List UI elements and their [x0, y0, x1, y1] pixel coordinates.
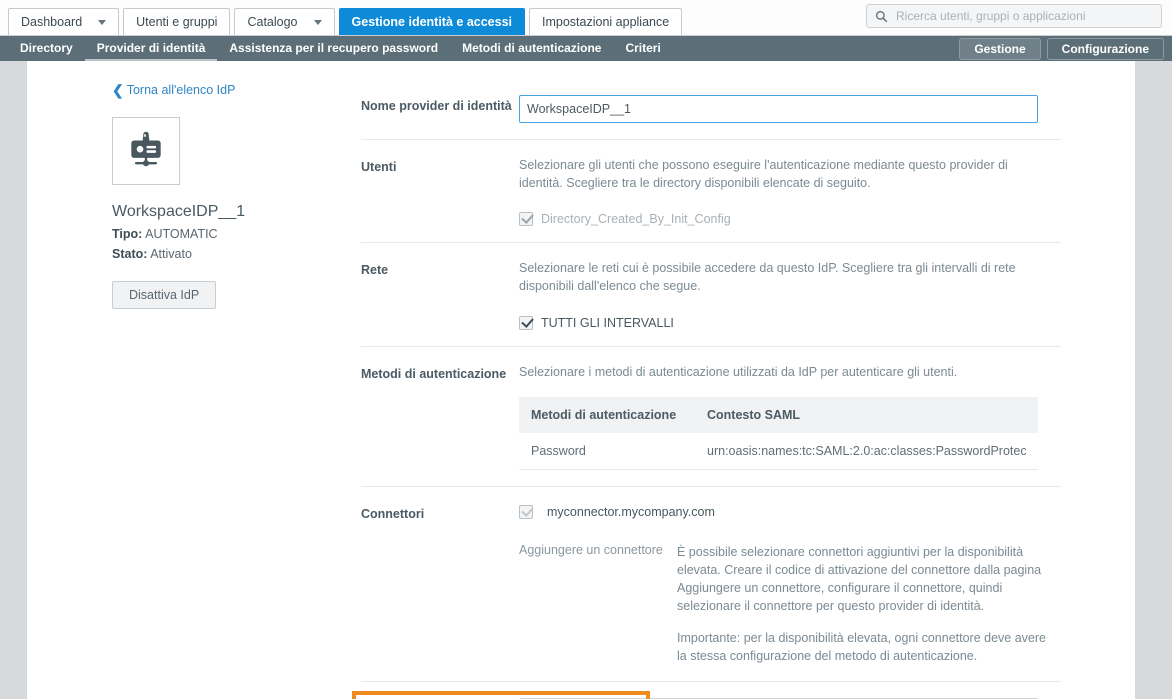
tab-catalogo-label: Catalogo: [247, 15, 298, 29]
table-header-method: Metodi di autenticazione: [531, 407, 677, 422]
disable-idp-button[interactable]: Disattiva IdP: [112, 281, 217, 309]
table-header-row: Metodi di autenticazione Contesto SAML: [519, 396, 1038, 433]
page-body: ❮ Torna all'elenco IdP WorkspaceIDP__1 T…: [0, 61, 1172, 699]
idp-state: Stato: Attivato: [112, 247, 357, 261]
idp-type-value: AUTOMATIC: [145, 227, 218, 241]
idp-state-value: Attivato: [150, 247, 192, 261]
connector-checkbox-label: myconnector.mycompany.com: [547, 504, 715, 519]
table-header-saml-context: Contesto SAML: [707, 407, 801, 422]
users-label: Utenti: [361, 160, 397, 174]
search-input[interactable]: [894, 8, 1153, 24]
tab-utenti-e-gruppi[interactable]: Utenti e gruppi: [123, 8, 231, 35]
subnav-item-criteri[interactable]: Criteri: [613, 36, 672, 61]
chevron-down-icon: [313, 19, 322, 25]
table-cell-method: Password: [531, 443, 586, 458]
form-row-idp-hostname: Nome host IdP Si tratta del nome host cu…: [361, 682, 1061, 699]
connectors-label: Connettori: [361, 506, 425, 521]
auth-methods-label: Metodi di autenticazione: [361, 366, 507, 381]
add-connector-block: Aggiungere un connettore È possibile sel…: [519, 543, 1061, 666]
gestione-button[interactable]: Gestione: [959, 38, 1041, 60]
idp-state-label: Stato:: [112, 247, 148, 261]
content-sheet: ❮ Torna all'elenco IdP WorkspaceIDP__1 T…: [27, 61, 1135, 699]
auth-methods-description: Selezionare i metodi di autenticazione u…: [519, 364, 958, 379]
idp-name-heading: WorkspaceIDP__1: [112, 203, 246, 220]
all-ranges-checkbox[interactable]: [519, 315, 533, 330]
form-row-auth-methods: Metodi di autenticazione Selezionare i m…: [361, 347, 1061, 487]
table-row[interactable]: Password urn:oasis:names:tc:SAML:2.0:ac:…: [519, 432, 1038, 470]
idp-name-field-label: Nome provider di identità: [361, 99, 512, 113]
tab-gestione-identita-e-accessi-label: Gestione identità e accessi: [351, 15, 513, 29]
table-cell-saml-context: urn:oasis:names:tc:SAML:2.0:ac:classes:P…: [707, 443, 1026, 458]
network-description: Selezionare le reti cui è possibile acce…: [519, 261, 1016, 294]
form-row-users: Utenti Selezionare gli utenti che posson…: [361, 140, 1061, 244]
add-connector-description: È possibile selezionare connettori aggiu…: [677, 544, 1042, 613]
top-tab-bar: Dashboard Utenti e gruppi Catalogo Gesti…: [0, 0, 1172, 36]
idp-icon-container: [112, 117, 180, 185]
search-icon: [875, 10, 888, 22]
tab-catalogo[interactable]: Catalogo: [234, 8, 335, 35]
chevron-left-icon: ❮: [112, 82, 124, 98]
back-to-idp-list-label: Torna all'elenco IdP: [126, 83, 236, 97]
directory-checkbox[interactable]: [519, 212, 533, 227]
subnav-item-directory[interactable]: Directory: [8, 36, 85, 61]
subnav-item-provider-di-identita[interactable]: Provider di identità: [85, 36, 218, 61]
idp-type: Tipo: AUTOMATIC: [112, 227, 357, 241]
back-to-idp-list-link[interactable]: ❮ Torna all'elenco IdP: [112, 83, 357, 97]
all-ranges-checkbox-label: TUTTI GLI INTERVALLI: [541, 315, 674, 330]
add-connector-label: Aggiungere un connettore: [519, 542, 663, 557]
tab-impostazioni-appliance-label: Impostazioni appliance: [542, 15, 670, 29]
idp-type-label: Tipo:: [112, 227, 143, 241]
idp-name-input[interactable]: [519, 95, 1038, 123]
directory-checkbox-row[interactable]: Directory_Created_By_Init_Config: [519, 212, 1061, 227]
tab-dashboard-label: Dashboard: [21, 15, 83, 29]
directory-checkbox-label: Directory_Created_By_Init_Config: [541, 212, 731, 227]
form-row-idp-name: Nome provider di identità: [361, 79, 1061, 140]
all-ranges-checkbox-row[interactable]: TUTTI GLI INTERVALLI: [519, 315, 1061, 330]
form-row-connectors: Connettori myconnector.mycompany.com Agg…: [361, 487, 1061, 683]
id-badge-lock-icon: [131, 131, 161, 167]
users-description: Selezionare gli utenti che possono esegu…: [519, 158, 1008, 191]
tab-gestione-identita-e-accessi[interactable]: Gestione identità e accessi: [338, 8, 526, 35]
tab-impostazioni-appliance[interactable]: Impostazioni appliance: [529, 8, 683, 35]
subnav-item-assistenza-recupero-password[interactable]: Assistenza per il recupero password: [217, 36, 450, 61]
tab-dashboard[interactable]: Dashboard: [8, 8, 120, 35]
secondary-nav: Directory Provider di identità Assistenz…: [0, 36, 1172, 61]
chevron-down-icon: [98, 19, 107, 25]
configurazione-button[interactable]: Configurazione: [1046, 38, 1164, 60]
subnav-item-metodi-di-autenticazione[interactable]: Metodi di autenticazione: [450, 36, 613, 61]
form-row-network: Rete Selezionare le reti cui è possibile…: [361, 243, 1061, 347]
idp-config-form: Nome provider di identità Utenti Selezio…: [361, 79, 1061, 699]
network-label: Rete: [361, 263, 389, 278]
global-search[interactable]: [866, 4, 1162, 28]
tab-utenti-e-gruppi-label: Utenti e gruppi: [136, 15, 218, 29]
auth-methods-table: Metodi di autenticazione Contesto SAML P…: [519, 396, 1038, 470]
subnav-mode-switch: Gestione Configurazione: [959, 38, 1164, 60]
connector-checkbox[interactable]: [519, 504, 533, 519]
add-connector-important: Importante: per la disponibilità elevata…: [677, 631, 1046, 664]
connector-checkbox-row[interactable]: myconnector.mycompany.com: [519, 504, 1061, 519]
idp-summary-panel: ❮ Torna all'elenco IdP WorkspaceIDP__1 T…: [112, 83, 357, 309]
